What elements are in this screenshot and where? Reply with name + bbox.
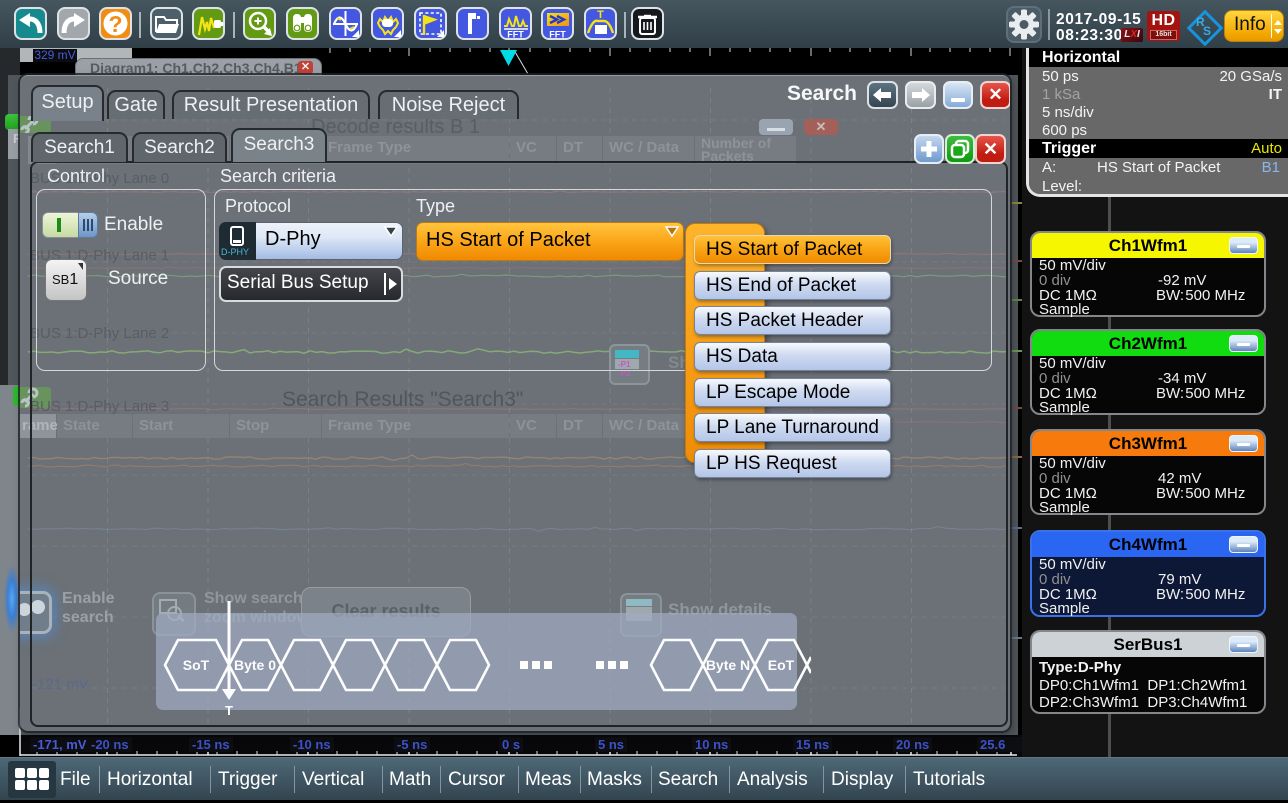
svg-text:FFT: FFT — [507, 30, 524, 39]
svg-text:T: T — [597, 9, 604, 21]
svg-text:?: ? — [108, 11, 122, 37]
svg-text:FFT: FFT — [549, 30, 566, 39]
